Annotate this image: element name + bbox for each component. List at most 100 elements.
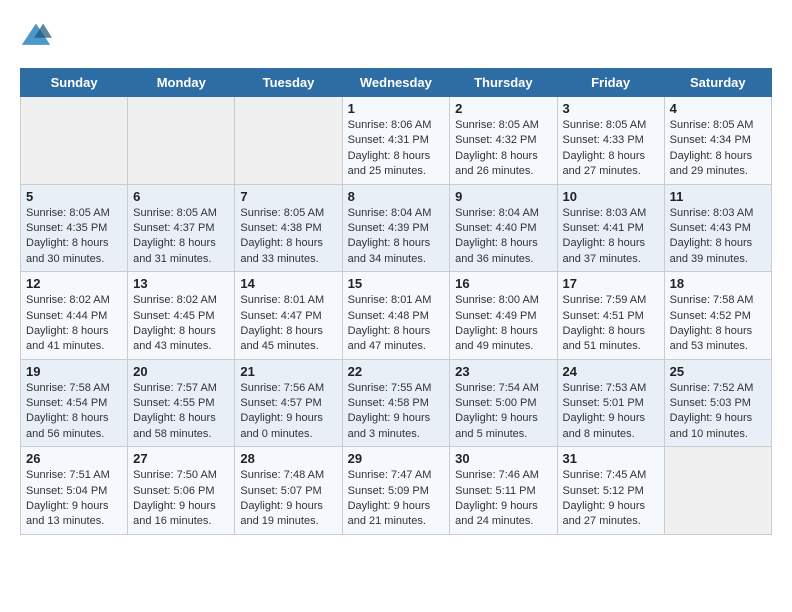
day-number: 11 (670, 189, 766, 204)
day-info: Sunrise: 7:59 AM Sunset: 4:51 PM Dayligh… (563, 293, 659, 355)
day-info: Sunrise: 8:06 AM Sunset: 4:31 PM Dayligh… (348, 118, 445, 180)
col-header-friday: Friday (557, 69, 664, 97)
calendar-cell: 3Sunrise: 8:05 AM Sunset: 4:33 PM Daylig… (557, 97, 664, 185)
day-info: Sunrise: 8:03 AM Sunset: 4:41 PM Dayligh… (563, 206, 659, 268)
day-number: 7 (240, 189, 336, 204)
week-row-4: 19 Sunrise: 7:58 AM Sunset: 4:54 PM Dayli… (21, 359, 772, 447)
day-info: Sunrise: 8:04 AM Sunset: 4:40 PM Dayligh… (455, 206, 551, 268)
calendar-cell: 28 Sunrise: 7:48 AM Sunset: 5:07 PM Dayli… (235, 447, 342, 535)
day-info: Sunrise: 7:52 AM Sunset: 5:03 PM Dayligh… (670, 381, 766, 443)
week-row-5: 26 Sunrise: 7:51 AM Sunset: 5:04 PM Dayli… (21, 447, 772, 535)
day-info: Sunrise: 7:58 AM Sunset: 4:54 PM Dayligh… (26, 381, 122, 443)
day-number: 14 (240, 276, 336, 291)
day-info: Sunrise: 8:02 AM Sunset: 4:44 PM Dayligh… (26, 293, 122, 355)
calendar-cell: 4 Sunrise: 8:05 AM Sunset: 4:34 PM Daylig… (664, 97, 771, 185)
day-info: Sunrise: 8:05 AM Sunset: 4:38 PM Dayligh… (240, 206, 336, 268)
logo (20, 20, 56, 52)
calendar-cell: 19 Sunrise: 7:58 AM Sunset: 4:54 PM Dayli… (21, 359, 128, 447)
calendar-cell: 1 Sunrise: 8:06 AM Sunset: 4:31 PM Daylig… (342, 97, 450, 185)
calendar-cell: 23 Sunrise: 7:54 AM Sunset: 5:00 PM Dayli… (450, 359, 557, 447)
week-row-1: 1 Sunrise: 8:06 AM Sunset: 4:31 PM Daylig… (21, 97, 772, 185)
day-info: Sunrise: 8:00 AM Sunset: 4:49 PM Dayligh… (455, 293, 551, 355)
calendar-cell: 27Sunrise: 7:50 AM Sunset: 5:06 PM Dayli… (128, 447, 235, 535)
day-info: Sunrise: 7:57 AM Sunset: 4:55 PM Dayligh… (133, 381, 229, 443)
day-number: 31 (563, 451, 659, 466)
calendar-cell: 17 Sunrise: 7:59 AM Sunset: 4:51 PM Dayli… (557, 272, 664, 360)
day-info: Sunrise: 8:04 AM Sunset: 4:39 PM Dayligh… (348, 206, 445, 268)
day-info: Sunrise: 7:56 AM Sunset: 4:57 PM Dayligh… (240, 381, 336, 443)
calendar-cell: 14 Sunrise: 8:01 AM Sunset: 4:47 PM Dayli… (235, 272, 342, 360)
calendar-cell: 8 Sunrise: 8:04 AM Sunset: 4:39 PM Daylig… (342, 184, 450, 272)
day-info: Sunrise: 7:51 AM Sunset: 5:04 PM Dayligh… (26, 468, 122, 530)
day-info: Sunrise: 8:02 AM Sunset: 4:45 PM Dayligh… (133, 293, 229, 355)
day-number: 18 (670, 276, 766, 291)
calendar-cell: 11 Sunrise: 8:03 AM Sunset: 4:43 PM Dayli… (664, 184, 771, 272)
calendar-header-row: SundayMondayTuesdayWednesdayThursdayFrid… (21, 69, 772, 97)
day-info: Sunrise: 7:46 AM Sunset: 5:11 PM Dayligh… (455, 468, 551, 530)
day-number: 25 (670, 364, 766, 379)
day-number: 17 (563, 276, 659, 291)
day-number: 27 (133, 451, 229, 466)
day-number: 4 (670, 101, 766, 116)
calendar-cell: 22Sunrise: 7:55 AM Sunset: 4:58 PM Dayli… (342, 359, 450, 447)
day-number: 9 (455, 189, 551, 204)
col-header-wednesday: Wednesday (342, 69, 450, 97)
calendar-cell: 15 Sunrise: 8:01 AM Sunset: 4:48 PM Dayli… (342, 272, 450, 360)
day-info: Sunrise: 8:01 AM Sunset: 4:48 PM Dayligh… (348, 293, 445, 355)
day-info: Sunrise: 7:45 AM Sunset: 5:12 PM Dayligh… (563, 468, 659, 530)
page-header (20, 20, 772, 52)
day-number: 30 (455, 451, 551, 466)
day-info: Sunrise: 8:05 AM Sunset: 4:33 PM Dayligh… (563, 118, 659, 180)
calendar-table: SundayMondayTuesdayWednesdayThursdayFrid… (20, 68, 772, 535)
day-info: Sunrise: 8:05 AM Sunset: 4:34 PM Dayligh… (670, 118, 766, 180)
col-header-sunday: Sunday (21, 69, 128, 97)
calendar-cell: 24Sunrise: 7:53 AM Sunset: 5:01 PM Dayli… (557, 359, 664, 447)
day-info: Sunrise: 8:03 AM Sunset: 4:43 PM Dayligh… (670, 206, 766, 268)
col-header-tuesday: Tuesday (235, 69, 342, 97)
col-header-thursday: Thursday (450, 69, 557, 97)
calendar-cell: 30 Sunrise: 7:46 AM Sunset: 5:11 PM Dayli… (450, 447, 557, 535)
week-row-3: 12 Sunrise: 8:02 AM Sunset: 4:44 PM Dayli… (21, 272, 772, 360)
day-number: 12 (26, 276, 122, 291)
day-number: 2 (455, 101, 551, 116)
day-number: 23 (455, 364, 551, 379)
day-number: 21 (240, 364, 336, 379)
calendar-cell: 31 Sunrise: 7:45 AM Sunset: 5:12 PM Dayli… (557, 447, 664, 535)
day-number: 19 (26, 364, 122, 379)
calendar-cell (235, 97, 342, 185)
calendar-body: 1 Sunrise: 8:06 AM Sunset: 4:31 PM Daylig… (21, 97, 772, 535)
day-number: 8 (348, 189, 445, 204)
calendar-cell: 2 Sunrise: 8:05 AM Sunset: 4:32 PM Daylig… (450, 97, 557, 185)
day-number: 28 (240, 451, 336, 466)
day-number: 29 (348, 451, 445, 466)
day-number: 16 (455, 276, 551, 291)
day-number: 1 (348, 101, 445, 116)
day-info: Sunrise: 7:54 AM Sunset: 5:00 PM Dayligh… (455, 381, 551, 443)
calendar-cell: 5Sunrise: 8:05 AM Sunset: 4:35 PM Daylig… (21, 184, 128, 272)
day-number: 26 (26, 451, 122, 466)
day-number: 22 (348, 364, 445, 379)
day-info: Sunrise: 8:05 AM Sunset: 4:32 PM Dayligh… (455, 118, 551, 180)
calendar-cell: 12 Sunrise: 8:02 AM Sunset: 4:44 PM Dayli… (21, 272, 128, 360)
day-info: Sunrise: 7:58 AM Sunset: 4:52 PM Dayligh… (670, 293, 766, 355)
calendar-cell: 16 Sunrise: 8:00 AM Sunset: 4:49 PM Dayli… (450, 272, 557, 360)
day-number: 5 (26, 189, 122, 204)
calendar-cell: 7 Sunrise: 8:05 AM Sunset: 4:38 PM Daylig… (235, 184, 342, 272)
calendar-cell: 10Sunrise: 8:03 AM Sunset: 4:41 PM Dayli… (557, 184, 664, 272)
calendar-cell: 21 Sunrise: 7:56 AM Sunset: 4:57 PM Dayli… (235, 359, 342, 447)
day-number: 6 (133, 189, 229, 204)
day-info: Sunrise: 7:47 AM Sunset: 5:09 PM Dayligh… (348, 468, 445, 530)
week-row-2: 5Sunrise: 8:05 AM Sunset: 4:35 PM Daylig… (21, 184, 772, 272)
day-info: Sunrise: 8:05 AM Sunset: 4:37 PM Dayligh… (133, 206, 229, 268)
calendar-cell: 9 Sunrise: 8:04 AM Sunset: 4:40 PM Daylig… (450, 184, 557, 272)
day-info: Sunrise: 7:48 AM Sunset: 5:07 PM Dayligh… (240, 468, 336, 530)
day-info: Sunrise: 8:01 AM Sunset: 4:47 PM Dayligh… (240, 293, 336, 355)
calendar-cell: 26 Sunrise: 7:51 AM Sunset: 5:04 PM Dayli… (21, 447, 128, 535)
day-number: 15 (348, 276, 445, 291)
calendar-cell (21, 97, 128, 185)
calendar-cell: 18 Sunrise: 7:58 AM Sunset: 4:52 PM Dayli… (664, 272, 771, 360)
calendar-cell: 13Sunrise: 8:02 AM Sunset: 4:45 PM Dayli… (128, 272, 235, 360)
calendar-cell: 6 Sunrise: 8:05 AM Sunset: 4:37 PM Daylig… (128, 184, 235, 272)
calendar-cell: 25 Sunrise: 7:52 AM Sunset: 5:03 PM Dayli… (664, 359, 771, 447)
calendar-cell: 20Sunrise: 7:57 AM Sunset: 4:55 PM Dayli… (128, 359, 235, 447)
